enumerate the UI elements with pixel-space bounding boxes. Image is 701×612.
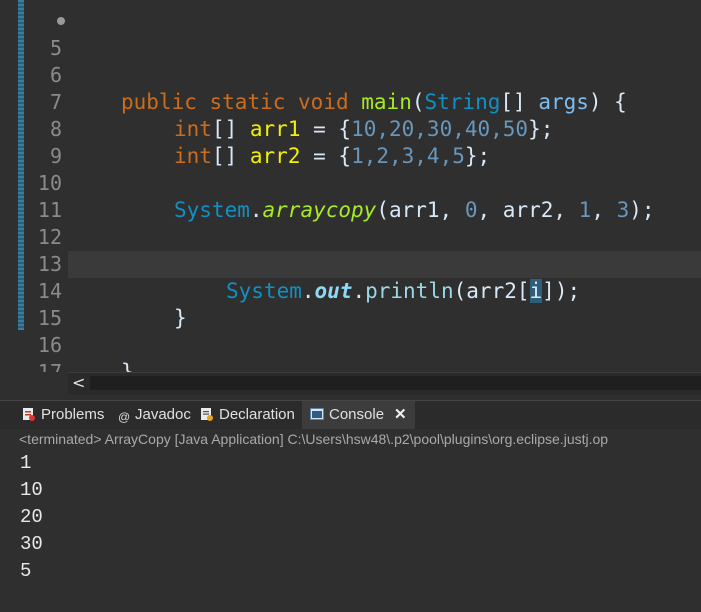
- code-line[interactable]: 15: [0, 278, 701, 330]
- problems-icon: [23, 408, 35, 421]
- console-output[interactable]: 1 10 20 30 5: [0, 450, 701, 612]
- code-line[interactable]: 17: [0, 332, 701, 372]
- code-line[interactable]: 6: [0, 35, 701, 87]
- code-line[interactable]: 18 }: [0, 359, 701, 372]
- console-line: 20: [20, 506, 43, 528]
- javadoc-icon: @: [118, 410, 131, 424]
- console-line: 10: [20, 479, 43, 501]
- code-line[interactable]: 5 public static void main(String[] args)…: [0, 8, 701, 114]
- line-number: 13: [37, 252, 62, 276]
- tab-javadoc[interactable]: @ Javadoc: [118, 401, 191, 429]
- tab-label: Console: [329, 406, 385, 423]
- fold-collapse-icon[interactable]: [57, 17, 65, 25]
- console-status: <terminated> ArrayCopy [Java Application…: [0, 429, 701, 449]
- horizontal-scrollbar[interactable]: <: [68, 372, 701, 395]
- scroll-left-icon[interactable]: <: [72, 373, 85, 393]
- declaration-icon: [201, 408, 213, 421]
- code-line[interactable]: 8 int[] arr2 = {1,2,3,4,5};: [0, 89, 701, 168]
- tab-label: Declaration: [219, 406, 295, 423]
- code-line[interactable]: 12 for(int i = 0; i<arr2.length; i++) {: [0, 197, 701, 276]
- console-line: 30: [20, 533, 43, 555]
- console-icon: [310, 408, 324, 420]
- code-line[interactable]: 16 }: [0, 305, 701, 372]
- tab-console[interactable]: Console ✕: [302, 401, 415, 429]
- tab-problems[interactable]: Problems: [22, 401, 104, 429]
- code-line-current[interactable]: 14 }: [38, 251, 701, 330]
- code-editor[interactable]: 5 public static void main(String[] args)…: [0, 0, 701, 372]
- code-line[interactable]: 10 System.arraycopy(arr1, 0, arr2, 1, 3)…: [0, 143, 701, 222]
- code-line[interactable]: 11: [0, 170, 701, 222]
- console-line: 1: [20, 452, 32, 474]
- console-line: 5: [20, 560, 32, 582]
- close-icon[interactable]: ✕: [394, 406, 407, 423]
- tab-declaration[interactable]: Declaration: [200, 401, 295, 429]
- bottom-panel-tabs: Problems @ Javadoc Declaration Console ✕: [0, 400, 701, 430]
- tab-label: Problems: [41, 406, 105, 423]
- code-line[interactable]: 7 int[] arr1 = {10,20,30,40,50};: [0, 62, 701, 141]
- scroll-track[interactable]: [90, 376, 701, 390]
- code-line[interactable]: 9: [0, 116, 701, 168]
- tab-label: Javadoc: [135, 406, 191, 423]
- code-line[interactable]: 13 System.out.println(arr2[i]);: [0, 224, 701, 303]
